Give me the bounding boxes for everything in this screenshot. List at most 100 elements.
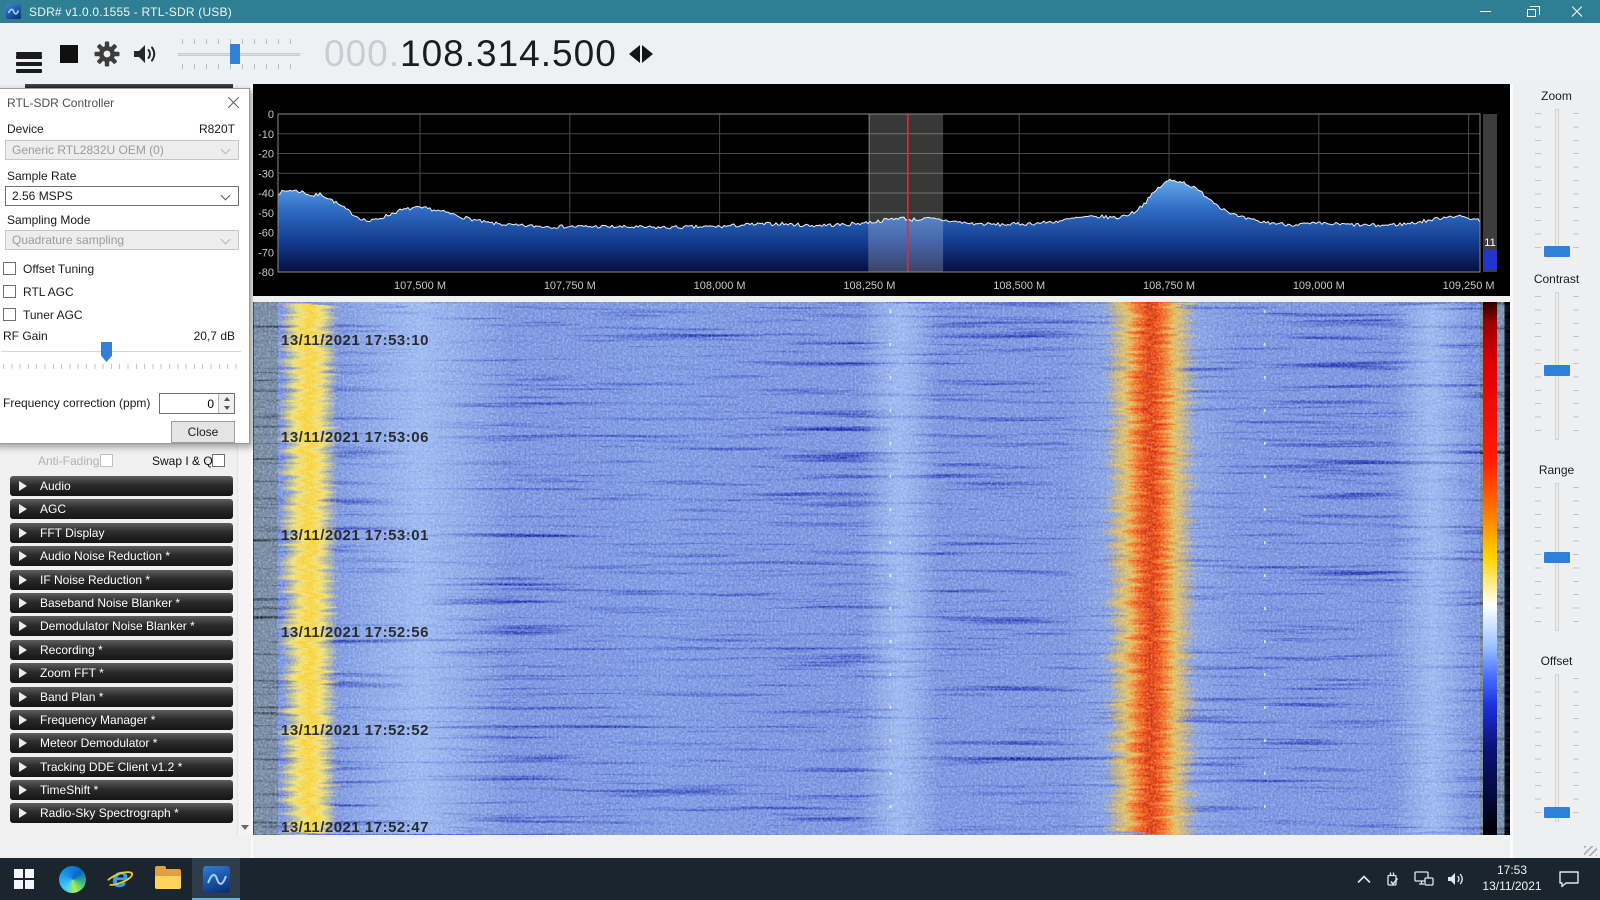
sidebar-section-radio-sky-spectrograph[interactable]: Radio-Sky Spectrograph *: [10, 803, 233, 824]
minimize-button[interactable]: [1462, 0, 1508, 23]
waterfall-panel: 13/11/2021 17:53:10 13/11/2021 17:53:06 …: [253, 302, 1514, 836]
range-slider-handle[interactable]: [1543, 552, 1570, 563]
contrast-slider[interactable]: [1534, 292, 1579, 440]
chevron-down-icon: [220, 190, 231, 201]
sample-rate-dropdown[interactable]: 2.56 MSPS: [5, 186, 239, 206]
expand-icon: [19, 551, 27, 562]
waterfall-color-legend: [1483, 302, 1497, 835]
system-tray: 17:53 13/11/2021: [1357, 863, 1600, 894]
audio-mute-button[interactable]: [132, 42, 160, 66]
volume-slider[interactable]: [178, 37, 300, 71]
minimize-icon: [1479, 11, 1491, 12]
svg-text:108,250 M: 108,250 M: [843, 280, 895, 292]
fft-spectrum-display[interactable]: 0 -10 -20 -30 -40 -50 -60 -70 -80 107,500 M 107,75…: [253, 84, 1510, 296]
rtl-sdr-controller-dialog: RTL-SDR Controller Device R820T Generic …: [0, 88, 250, 444]
window-title: SDR# v1.0.0.1555 - RTL-SDR (USB): [29, 4, 232, 19]
close-icon: [1571, 6, 1583, 18]
anti-fading-checkbox[interactable]: [100, 454, 113, 467]
svg-text:-40: -40: [258, 188, 274, 200]
usb-device-icon: [1387, 872, 1399, 886]
spin-down-icon: [223, 406, 230, 411]
sidebar-section-agc[interactable]: AGC: [10, 499, 233, 520]
rf-gain-handle[interactable]: [101, 342, 112, 362]
taskbar-internet-explorer-button[interactable]: e: [96, 858, 144, 900]
taskbar-sdrsharp-button[interactable]: [192, 858, 240, 900]
frequency-display[interactable]: 000.108.314.500: [324, 35, 617, 72]
tray-usb-button[interactable]: [1384, 871, 1401, 888]
tray-volume-button[interactable]: [1447, 871, 1466, 887]
waterfall-timestamp: 13/11/2021 17:52:52: [281, 722, 429, 739]
svg-text:0: 0: [268, 109, 274, 121]
sidebar-section-zoom-fft[interactable]: Zoom FFT *: [10, 663, 233, 684]
close-button[interactable]: [1554, 0, 1600, 23]
zoom-slider-handle[interactable]: [1543, 246, 1570, 257]
sidebar-section-band-plan[interactable]: Band Plan *: [10, 686, 233, 707]
svg-text:-80: -80: [258, 267, 274, 279]
rtl-agc-checkbox[interactable]: [3, 285, 16, 298]
settings-button[interactable]: [94, 41, 120, 67]
expand-icon: [19, 738, 27, 749]
resize-grip[interactable]: [1584, 846, 1597, 856]
title-bar: SDR# v1.0.0.1555 - RTL-SDR (USB): [0, 0, 1600, 23]
sidebar-section-frequency-manager[interactable]: Frequency Manager *: [10, 709, 233, 730]
contrast-slider-handle[interactable]: [1543, 365, 1570, 376]
sidebar-section-demodulator-noise-blanker[interactable]: Demodulator Noise Blanker *: [10, 616, 233, 637]
scroll-down-button[interactable]: [238, 820, 251, 835]
offset-slider-handle[interactable]: [1543, 807, 1570, 818]
offset-tuning-row: Offset Tuning: [3, 262, 94, 276]
freq-correction-input-box: [159, 393, 235, 414]
expand-icon: [19, 504, 27, 515]
taskbar-edge-button[interactable]: [48, 858, 96, 900]
svg-text:109,000 M: 109,000 M: [1293, 280, 1345, 292]
swap-iq-label: Swap I & Q: [152, 454, 213, 468]
waterfall-timestamp: 13/11/2021 17:52:47: [281, 819, 429, 836]
sidebar-section-baseband-noise-blanker[interactable]: Baseband Noise Blanker *: [10, 592, 233, 613]
sampling-mode-dropdown: Quadrature sampling: [5, 230, 239, 250]
freq-correction-spinner[interactable]: [218, 394, 234, 413]
zoom-slider[interactable]: [1534, 109, 1579, 257]
sidebar-section-audio[interactable]: Audio: [10, 476, 233, 496]
display-area: 0 -10 -20 -30 -40 -50 -60 -70 -80 107,500 M 107,75…: [253, 84, 1514, 858]
frequency-digits[interactable]: 108.314.500: [400, 33, 617, 74]
chevron-down-icon: [240, 825, 249, 830]
sidebar-section-timeshift[interactable]: TimeShift *: [10, 780, 233, 801]
swap-iq-checkbox[interactable]: [212, 454, 225, 467]
dialog-close-icon[interactable]: [227, 96, 240, 109]
stop-button[interactable]: [60, 44, 78, 63]
rf-gain-slider[interactable]: [1, 341, 241, 369]
action-center-button[interactable]: [1558, 870, 1580, 888]
volume-handle[interactable]: [230, 43, 240, 64]
start-button[interactable]: [0, 858, 48, 900]
main-area: Anti-Fading Swap I & Q Audio AGC FFT Dis…: [0, 84, 1600, 858]
offset-slider[interactable]: [1534, 674, 1579, 822]
freq-correction-input[interactable]: [160, 394, 218, 413]
tuner-agc-checkbox[interactable]: [3, 308, 16, 321]
sidebar-section-tracking-dde-client[interactable]: Tracking DDE Client v1.2 *: [10, 756, 233, 777]
sidebar-section-if-noise-reduction[interactable]: IF Noise Reduction *: [10, 569, 233, 590]
sidebar-section-meteor-demodulator[interactable]: Meteor Demodulator *: [10, 733, 233, 754]
tray-expand-button[interactable]: [1357, 874, 1371, 884]
clock-time: 17:53: [1496, 863, 1528, 878]
svg-text:108,000 M: 108,000 M: [694, 280, 746, 292]
offset-tuning-checkbox[interactable]: [3, 262, 16, 275]
frequency-step-up-button[interactable]: [641, 44, 653, 63]
range-slider[interactable]: [1534, 483, 1579, 631]
taskbar-clock[interactable]: 17:53 13/11/2021: [1479, 863, 1545, 894]
sidebar-section-recording[interactable]: Recording *: [10, 639, 233, 660]
sidebar-section-audio-noise-reduction[interactable]: Audio Noise Reduction *: [10, 546, 233, 567]
dialog-close-button[interactable]: Close: [171, 421, 235, 443]
restore-button[interactable]: [1508, 0, 1554, 23]
range-slider-label: Range: [1538, 463, 1575, 477]
waterfall-display[interactable]: [253, 302, 1514, 835]
edge-icon: [58, 865, 86, 893]
expand-icon: [19, 761, 27, 772]
zoom-slider-label: Zoom: [1541, 89, 1572, 103]
expand-icon: [19, 714, 27, 725]
waterfall-timestamp: 13/11/2021 17:53:10: [281, 332, 429, 349]
frequency-step-down-button[interactable]: [628, 44, 640, 63]
sidebar-section-fft-display[interactable]: FFT Display: [10, 522, 233, 543]
taskbar-file-explorer-button[interactable]: [144, 858, 192, 900]
tray-network-button[interactable]: [1414, 871, 1434, 887]
menu-button[interactable]: [16, 48, 42, 73]
rf-gain-ticks: [3, 364, 239, 369]
